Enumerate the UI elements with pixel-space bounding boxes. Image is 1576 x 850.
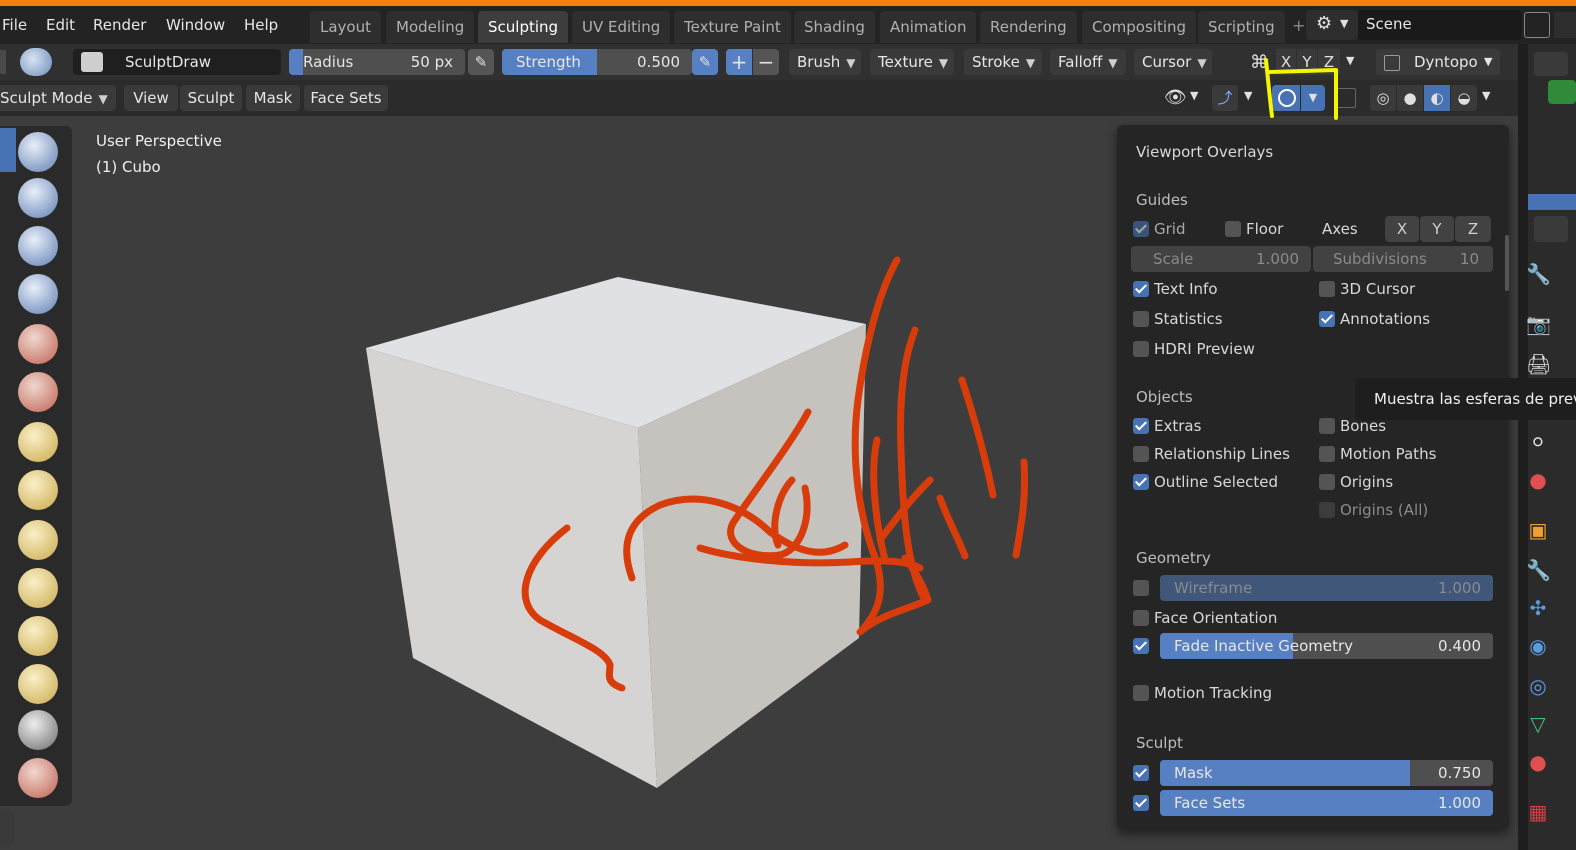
- geometry-heading: Geometry: [1136, 549, 1211, 567]
- editor-type-icon[interactable]: [1534, 52, 1568, 76]
- floor-label: Floor: [1246, 220, 1284, 238]
- mask-brush-icon[interactable]: [18, 710, 58, 750]
- subdivisions-value: 10: [1459, 250, 1479, 268]
- subdivisions-label: Subdivisions: [1333, 250, 1427, 268]
- outline-selected-label: Outline Selected: [1154, 473, 1279, 491]
- draw-brush-icon[interactable]: [18, 132, 58, 172]
- relationship-lines-checkbox[interactable]: [1133, 446, 1149, 462]
- particles-properties-icon[interactable]: ✣: [1526, 596, 1550, 620]
- mask-checkbox[interactable]: [1133, 765, 1149, 781]
- crease-brush-icon[interactable]: [18, 372, 58, 412]
- face-orientation-checkbox[interactable]: [1133, 610, 1149, 626]
- origins-all-label: Origins (All): [1340, 501, 1429, 519]
- axis-y-toggle[interactable]: Y: [1420, 216, 1454, 242]
- scale-label: Scale: [1153, 250, 1194, 268]
- output-properties-icon[interactable]: 🖨: [1526, 352, 1551, 376]
- texture-properties-icon[interactable]: ▦: [1526, 800, 1550, 824]
- mask-opacity-slider[interactable]: Mask 0.750: [1160, 760, 1493, 786]
- annotations-checkbox[interactable]: [1319, 311, 1335, 327]
- data-properties-icon[interactable]: ▽: [1526, 712, 1550, 736]
- active-tool-indicator: [0, 128, 16, 172]
- bones-checkbox[interactable]: [1319, 418, 1335, 434]
- pinch-brush-icon[interactable]: [18, 616, 58, 656]
- outliner-selected-row[interactable]: [1528, 194, 1576, 210]
- grab-brush-icon[interactable]: [18, 664, 58, 704]
- tool-shelf: [0, 126, 72, 806]
- smooth-brush-icon[interactable]: [18, 422, 58, 462]
- material-properties-icon[interactable]: ●: [1526, 750, 1550, 774]
- clay-brush-icon[interactable]: [18, 226, 58, 266]
- wireframe-label: Wireframe: [1174, 579, 1253, 597]
- sculpt-heading: Sculpt: [1136, 734, 1183, 752]
- extras-label: Extras: [1154, 417, 1202, 435]
- text-info-checkbox[interactable]: [1133, 281, 1149, 297]
- fade-inactive-label: Fade Inactive Geometry: [1174, 637, 1354, 655]
- statistics-checkbox[interactable]: [1133, 311, 1149, 327]
- fill-brush-icon[interactable]: [18, 520, 58, 560]
- text-info-label: Text Info: [1154, 280, 1218, 298]
- properties-type-icon[interactable]: [1534, 216, 1568, 242]
- overlays-title: Viewport Overlays: [1136, 143, 1274, 161]
- guides-heading: Guides: [1136, 191, 1188, 209]
- draw-sharp-brush-icon[interactable]: [18, 178, 58, 218]
- axis-x-toggle[interactable]: X: [1385, 216, 1419, 242]
- scene-properties-icon[interactable]: ⚪: [1526, 430, 1550, 454]
- hdri-preview-checkbox[interactable]: [1133, 341, 1149, 357]
- face-sets-opacity-slider[interactable]: Face Sets 1.000: [1160, 790, 1493, 816]
- fade-inactive-value: 0.400: [1438, 637, 1481, 655]
- statistics-label: Statistics: [1154, 310, 1223, 328]
- physics-properties-icon[interactable]: ◉: [1526, 634, 1550, 658]
- layer-brush-icon[interactable]: [18, 324, 58, 364]
- fade-inactive-checkbox[interactable]: [1133, 638, 1149, 654]
- origins-label: Origins: [1340, 473, 1394, 491]
- tooltip: Muestra las esferas de prev: [1355, 378, 1576, 420]
- wireframe-value: 1.000: [1438, 579, 1481, 597]
- constraints-properties-icon[interactable]: ◎: [1526, 674, 1550, 698]
- face-orientation-label: Face Orientation: [1154, 609, 1278, 627]
- scale-field[interactable]: Scale 1.000: [1131, 246, 1311, 272]
- motion-tracking-checkbox[interactable]: [1133, 685, 1149, 701]
- wireframe-slider[interactable]: Wireframe 1.000: [1160, 575, 1493, 601]
- floor-checkbox[interactable]: [1225, 221, 1241, 237]
- wireframe-checkbox[interactable]: [1133, 580, 1149, 596]
- modifier-properties-icon[interactable]: 🔧: [1526, 558, 1551, 582]
- scale-value: 1.000: [1256, 250, 1299, 268]
- axes-label: Axes: [1322, 220, 1358, 238]
- motion-tracking-label: Motion Tracking: [1154, 684, 1273, 702]
- flatten-brush-icon[interactable]: [18, 470, 58, 510]
- mask-label: Mask: [1174, 764, 1213, 782]
- face-sets-checkbox[interactable]: [1133, 795, 1149, 811]
- simplify-brush-icon[interactable]: [18, 758, 58, 798]
- scrape-brush-icon[interactable]: [18, 568, 58, 608]
- tool-settings-icon[interactable]: 🔧: [1526, 262, 1551, 286]
- clay-strips-brush-icon[interactable]: [18, 274, 58, 314]
- relationship-lines-label: Relationship Lines: [1154, 445, 1290, 463]
- origins-all-checkbox[interactable]: [1319, 502, 1335, 518]
- mask-value: 0.750: [1438, 764, 1481, 782]
- extra-tool-icon[interactable]: [0, 810, 14, 846]
- motion-paths-checkbox[interactable]: [1319, 446, 1335, 462]
- hdri-preview-label: HDRI Preview: [1154, 340, 1255, 358]
- viewport-overlays-panel: Viewport Overlays Guides Grid Floor Axes…: [1117, 125, 1509, 830]
- fade-inactive-slider[interactable]: Fade Inactive Geometry 0.400: [1160, 633, 1493, 659]
- motion-paths-label: Motion Paths: [1340, 445, 1437, 463]
- grid-checkbox[interactable]: [1133, 221, 1149, 237]
- 3d-cursor-label: 3D Cursor: [1340, 280, 1416, 298]
- world-properties-icon[interactable]: ●: [1526, 468, 1550, 492]
- face-sets-label: Face Sets: [1174, 794, 1246, 812]
- panel-scrollbar[interactable]: [1505, 235, 1509, 291]
- annotations-label: Annotations: [1340, 310, 1431, 328]
- extras-checkbox[interactable]: [1133, 418, 1149, 434]
- object-properties-icon[interactable]: ▣: [1526, 518, 1550, 542]
- face-sets-value: 1.000: [1438, 794, 1481, 812]
- outliner-filter-icon[interactable]: [1548, 80, 1576, 104]
- origins-checkbox[interactable]: [1319, 474, 1335, 490]
- objects-heading: Objects: [1136, 388, 1193, 406]
- 3d-cursor-checkbox[interactable]: [1319, 281, 1335, 297]
- render-properties-icon[interactable]: 📷: [1526, 312, 1551, 336]
- subdivisions-field[interactable]: Subdivisions 10: [1313, 246, 1493, 272]
- outline-selected-checkbox[interactable]: [1133, 474, 1149, 490]
- axis-z-toggle[interactable]: Z: [1455, 216, 1491, 242]
- grid-label: Grid: [1154, 220, 1186, 238]
